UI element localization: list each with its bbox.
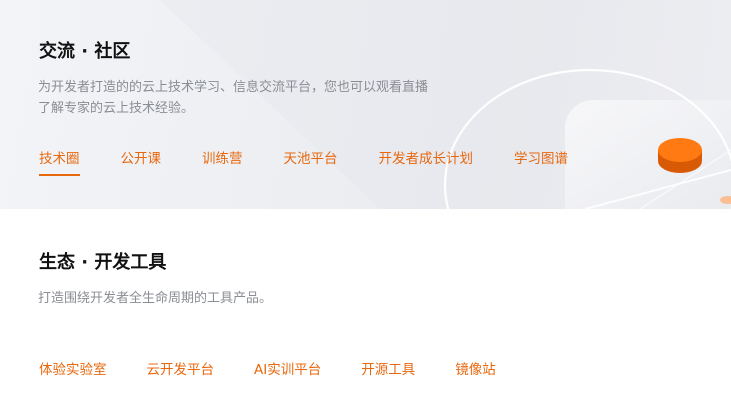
- section-title: 交流 · 社区: [39, 41, 131, 62]
- link-developer-growth-plan[interactable]: 开发者成长计划: [379, 150, 474, 176]
- link-open-class[interactable]: 公开课: [121, 150, 162, 176]
- link-tianchi-platform[interactable]: 天池平台: [284, 150, 338, 176]
- section-description: 打造围绕开发者全生命周期的工具产品。: [38, 291, 273, 306]
- tools-links: 体验实验室 云开发平台 AI实训平台 开源工具 镜像站: [39, 361, 536, 387]
- community-links: 技术圈 公开课 训练营 天池平台 开发者成长计划 学习图谱: [39, 150, 609, 176]
- link-mirror-site[interactable]: 镜像站: [455, 361, 496, 387]
- link-training-camp[interactable]: 训练营: [202, 150, 243, 176]
- section-title: 生态 · 开发工具: [39, 252, 167, 273]
- community-section: 交流 · 社区 为开发者打造的的云上技术学习、信息交流平台，您也可以观看直播 了…: [0, 0, 731, 209]
- link-ai-training-platform[interactable]: AI实训平台: [254, 361, 321, 387]
- section-description: 为开发者打造的的云上技术学习、信息交流平台，您也可以观看直播 了解专家的云上技术…: [38, 77, 478, 119]
- link-learning-map[interactable]: 学习图谱: [514, 150, 568, 176]
- description-line: 了解专家的云上技术经验。: [38, 101, 195, 116]
- orange-disc-icon: [658, 138, 702, 173]
- link-tech-circle[interactable]: 技术圈: [39, 150, 80, 176]
- link-open-source-tools[interactable]: 开源工具: [361, 361, 415, 387]
- description-line: 为开发者打造的的云上技术学习、信息交流平台，您也可以观看直播: [38, 80, 429, 95]
- link-cloud-dev-platform[interactable]: 云开发平台: [147, 361, 215, 387]
- link-experience-lab[interactable]: 体验实验室: [39, 361, 107, 387]
